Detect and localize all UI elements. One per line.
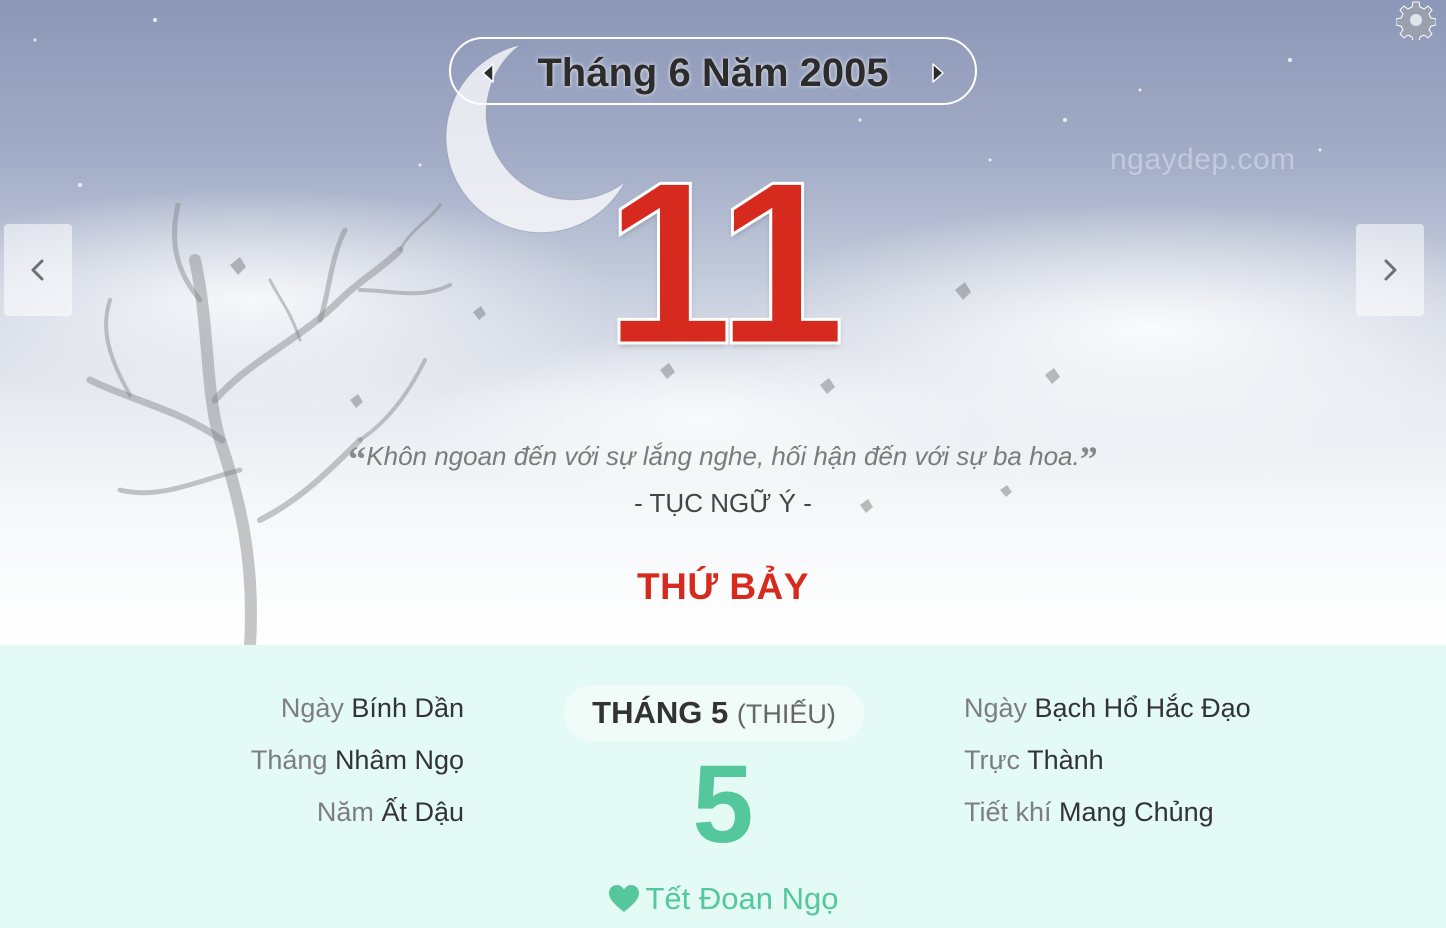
daily-quote: “Khôn ngoan đến với sự lắng nghe, hối hậ… xyxy=(0,438,1446,480)
month-title: Tháng 6 Năm 2005 xyxy=(537,51,889,95)
quote-author: - TỤC NGỮ Ý - xyxy=(634,488,812,518)
month-selector: Tháng 6 Năm 2005 xyxy=(449,37,977,105)
info-value: Thành xyxy=(1027,745,1104,775)
chevron-left-icon xyxy=(31,259,44,281)
lunar-month-type: (THIẾU) xyxy=(736,699,836,729)
lunar-day-canchi: Ngày Bính Dần xyxy=(281,693,464,724)
heart-icon xyxy=(608,885,639,912)
lunar-month-title: THÁNG 5 (THIẾU) xyxy=(564,695,864,731)
info-label: Ngày xyxy=(964,693,1028,723)
lunar-panel: Ngày Bính Dần Tháng Nhâm Ngọ Năm Ất Dậu … xyxy=(0,645,1446,928)
quote-close-mark: ” xyxy=(1079,439,1098,479)
chevron-right-icon xyxy=(1384,259,1397,281)
lunar-month-badge: THÁNG 5 (THIẾU) xyxy=(564,685,864,741)
settings-button[interactable] xyxy=(1395,0,1437,43)
lunar-truc: Trực Thành xyxy=(964,745,1104,776)
festival-label: Tết Đoan Ngọ xyxy=(0,881,1446,917)
weekday-label: THỨ BẢY xyxy=(637,566,809,607)
calendar-page: ngaydep.com Tháng 6 Năm 2005 11 “Khôn ng… xyxy=(0,0,1446,928)
lunar-solar-term: Tiết khí Mang Chủng xyxy=(964,797,1214,828)
next-day-button[interactable] xyxy=(1356,224,1424,316)
quote-open-mark: “ xyxy=(348,439,367,479)
info-label: Tiết khí xyxy=(964,797,1052,827)
caret-right-icon xyxy=(932,63,944,83)
day-number: 11 xyxy=(603,134,847,393)
festival-name: Tết Đoan Ngọ xyxy=(645,881,839,916)
info-value: Bính Dần xyxy=(351,693,464,723)
next-month-button[interactable] xyxy=(925,61,949,85)
lunar-day-quality: Ngày Bạch Hổ Hắc Đạo xyxy=(964,693,1251,724)
info-value: Bạch Hổ Hắc Đạo xyxy=(1034,693,1251,723)
lunar-month-label: THÁNG 5 xyxy=(592,695,729,730)
prev-day-button[interactable] xyxy=(4,224,72,316)
lunar-day-number: 5 xyxy=(692,743,754,866)
info-value: Mang Chủng xyxy=(1059,797,1214,827)
gear-icon xyxy=(1395,1,1437,43)
info-label: Ngày xyxy=(280,693,344,723)
info-label: Trực xyxy=(964,745,1021,775)
quote-text: Khôn ngoan đến với sự lắng nghe, hối hận… xyxy=(366,441,1080,471)
